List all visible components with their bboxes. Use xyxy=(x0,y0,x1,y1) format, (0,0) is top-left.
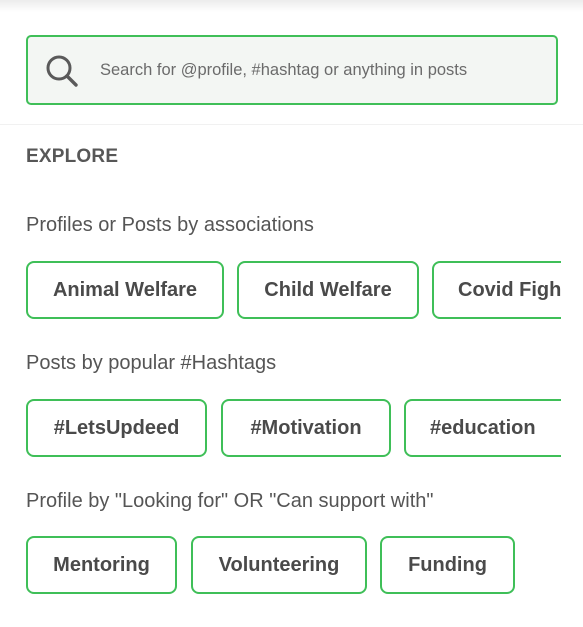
chip-volunteering[interactable]: Volunteering xyxy=(191,536,367,594)
chip-animal-welfare[interactable]: Animal Welfare xyxy=(26,261,224,319)
search-input[interactable] xyxy=(100,37,540,103)
chip-letsupdeed[interactable]: #LetsUpdeed xyxy=(26,399,207,457)
chip-education[interactable]: #education xyxy=(404,399,561,457)
associations-section-title: Profiles or Posts by associations xyxy=(26,214,314,236)
chip-mentoring[interactable]: Mentoring xyxy=(26,536,177,594)
search-icon[interactable] xyxy=(44,53,80,89)
looking-for-section-title: Profile by "Looking for" OR "Can support… xyxy=(26,490,434,512)
explore-heading: EXPLORE xyxy=(26,146,119,167)
chip-funding[interactable]: Funding xyxy=(380,536,515,594)
associations-chip-row[interactable]: Animal Welfare Child Welfare Covid Figh xyxy=(26,261,561,325)
looking-for-chip-row[interactable]: Mentoring Volunteering Funding xyxy=(26,536,561,600)
search-bar[interactable] xyxy=(26,35,558,105)
chip-motivation[interactable]: #Motivation xyxy=(221,399,391,457)
hashtags-chip-row[interactable]: #LetsUpdeed #Motivation #education xyxy=(26,399,561,463)
chip-child-welfare[interactable]: Child Welfare xyxy=(237,261,419,319)
hashtags-section-title: Posts by popular #Hashtags xyxy=(26,352,277,374)
chip-covid-fight[interactable]: Covid Figh xyxy=(432,261,561,319)
search-header xyxy=(0,0,583,125)
